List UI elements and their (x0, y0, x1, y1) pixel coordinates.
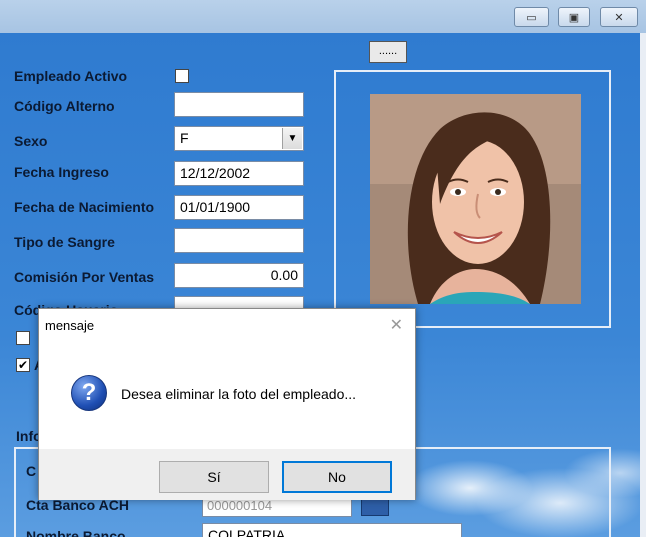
empleado-activo-checkbox[interactable] (175, 69, 189, 83)
yes-button[interactable]: Sí (159, 461, 269, 493)
chevron-down-icon[interactable]: ▼ (282, 128, 302, 149)
close-icon: ✕ (614, 11, 624, 24)
codigo-alterno-input[interactable] (174, 92, 304, 117)
minimize-icon: ▭ (526, 11, 537, 24)
close-window-button[interactable]: ✕ (600, 7, 638, 27)
maximize-button[interactable]: ▣ (558, 7, 590, 27)
row-c-label: C (26, 463, 37, 479)
minimize-button[interactable]: ▭ (514, 7, 549, 27)
sexo-label: Sexo (14, 133, 48, 149)
tipo-sangre-input[interactable] (174, 228, 304, 253)
option-checkbox-a[interactable] (16, 331, 30, 345)
employee-photo[interactable] (370, 94, 581, 304)
nombre-banco-input[interactable]: COLPATRIA (202, 523, 462, 537)
empleado-activo-label: Empleado Activo (14, 68, 128, 84)
question-icon: ? (71, 375, 107, 411)
sexo-select[interactable]: F ▼ (174, 126, 304, 151)
fecha-ingreso-label: Fecha Ingreso (14, 164, 109, 180)
cta-banco-lookup-button[interactable] (361, 499, 389, 516)
confirm-dialog: mensaje ✕ ? Desea eliminar la foto del e… (38, 308, 416, 500)
dialog-message: Desea eliminar la foto del empleado... (121, 386, 357, 402)
no-button[interactable]: No (282, 461, 392, 493)
fecha-nacimiento-input[interactable]: 01/01/1900 (174, 195, 304, 220)
maximize-icon: ▣ (568, 11, 580, 24)
dialog-title: mensaje (45, 318, 95, 333)
load-photo-button[interactable]: ...... (369, 41, 407, 63)
dialog-close-icon[interactable]: ✕ (390, 315, 403, 335)
comision-ventas-label: Comisión Por Ventas (14, 269, 155, 285)
codigo-alterno-label: Código Alterno (14, 98, 115, 114)
fecha-ingreso-input[interactable]: 12/12/2002 (174, 161, 304, 186)
dialog-button-bar: Sí No (39, 449, 415, 500)
sexo-value: F (180, 130, 189, 146)
fecha-nacimiento-label: Fecha de Nacimiento (14, 199, 155, 215)
tipo-sangre-label: Tipo de Sangre (14, 234, 115, 250)
window-title-bar: ▭ ▣ ✕ (0, 0, 646, 33)
window-right-border (640, 33, 646, 537)
option-checkbox-b[interactable]: ✔ (16, 358, 30, 372)
nombre-banco-label: Nombre Banco (26, 528, 126, 537)
comision-ventas-input[interactable]: 0.00 (174, 263, 304, 288)
